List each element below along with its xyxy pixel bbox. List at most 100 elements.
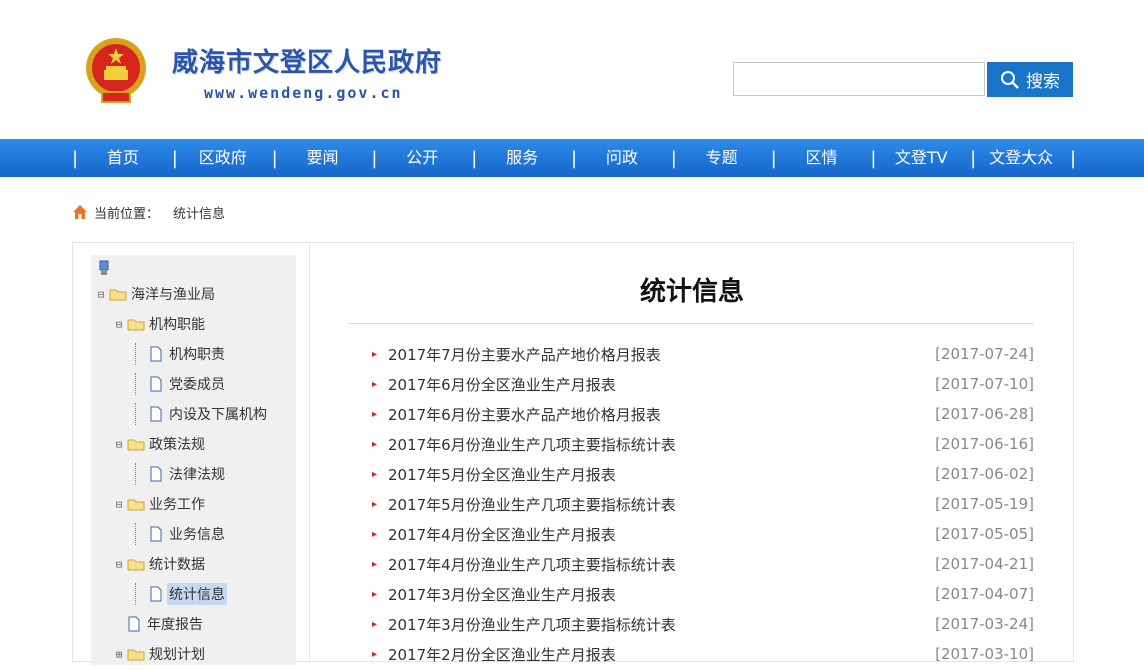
collapse-toggle[interactable]: ⊟ [95, 288, 107, 301]
tree-node-leaf[interactable]: 业务信息 [135, 523, 227, 545]
bullet-arrow-icon: ▸ [372, 588, 378, 600]
collapse-toggle[interactable]: ⊟ [113, 558, 125, 571]
news-date: [2017-07-24] [935, 345, 1034, 363]
news-date: [2017-06-02] [935, 465, 1034, 483]
nav-item[interactable]: 文登大众 [972, 139, 1070, 177]
news-title-link[interactable]: 2017年6月份渔业生产几项主要指标统计表 [388, 434, 935, 455]
news-date: [2017-05-05] [935, 525, 1034, 543]
news-item[interactable]: ▸ 2017年4月份渔业生产几项主要指标统计表 [2017-04-21] [372, 549, 1034, 579]
tree-label: 海洋与渔业局 [131, 287, 215, 303]
site-title: 威海市文登区人民政府 [172, 48, 443, 78]
news-item[interactable]: ▸ 2017年4月份全区渔业生产月报表 [2017-05-05] [372, 519, 1034, 549]
tree-node-leaf[interactable]: 党委成员 [135, 373, 227, 395]
tree-node-folder[interactable]: ⊟ 机构职能 [113, 313, 207, 335]
nav-item[interactable]: 要闻 [274, 139, 372, 177]
search-input[interactable] [733, 62, 985, 96]
folder-icon [127, 439, 145, 451]
bullet-arrow-icon: ▸ [372, 348, 378, 360]
news-date: [2017-07-10] [935, 375, 1034, 393]
tree-guide-line [135, 523, 147, 545]
tree-root-icon [99, 260, 109, 275]
news-item[interactable]: ▸ 2017年3月份全区渔业生产月报表 [2017-04-07] [372, 579, 1034, 609]
tree-node-folder[interactable]: ⊟ 政策法规 [113, 433, 207, 455]
nav-item[interactable]: 服务 [473, 139, 571, 177]
news-item[interactable]: ▸ 2017年6月份主要水产品产地价格月报表 [2017-06-28] [372, 399, 1034, 429]
document-icon [150, 346, 162, 362]
news-item[interactable]: ▸ 2017年6月份全区渔业生产月报表 [2017-07-10] [372, 369, 1034, 399]
nav-item[interactable]: 首页 [74, 139, 172, 177]
news-title-link[interactable]: 2017年5月份全区渔业生产月报表 [388, 464, 935, 485]
news-date: [2017-03-10] [935, 645, 1034, 663]
news-item[interactable]: ▸ 2017年5月份渔业生产几项主要指标统计表 [2017-05-19] [372, 489, 1034, 519]
tree-node-folder[interactable]: ⊞ 规划计划 [113, 643, 207, 665]
tree-guide-line [135, 403, 147, 425]
tree-label: 业务工作 [149, 497, 205, 513]
news-item[interactable]: ▸ 2017年5月份全区渔业生产月报表 [2017-06-02] [372, 459, 1034, 489]
national-emblem-icon [86, 38, 146, 103]
news-title-link[interactable]: 2017年7月份主要水产品产地价格月报表 [388, 344, 935, 365]
page-title: 统计信息 [639, 277, 744, 307]
collapse-toggle[interactable]: ⊟ [113, 438, 125, 451]
home-icon [73, 205, 87, 219]
nav-item[interactable]: 专题 [673, 139, 771, 177]
tree-node-leaf[interactable]: 内设及下属机构 [135, 403, 269, 425]
tree-guide-line [135, 583, 147, 605]
news-title-link[interactable]: 2017年3月份全区渔业生产月报表 [388, 584, 935, 605]
nav-separator: | [1069, 147, 1077, 169]
main-panel: 统计信息 ▸ 2017年7月份主要水产品产地价格月报表 [2017-07-24] ▸ 2… [309, 243, 1073, 664]
news-date: [2017-06-28] [935, 405, 1034, 423]
search-button[interactable]: 搜索 [987, 62, 1073, 97]
tree-node-root[interactable]: ⊟ 海洋与渔业局 [95, 283, 217, 305]
news-title-link[interactable]: 2017年6月份主要水产品产地价格月报表 [388, 404, 935, 425]
news-title-link[interactable]: 2017年3月份渔业生产几项主要指标统计表 [388, 614, 935, 635]
site-header: 威海市文登区人民政府 www.wendeng.gov.cn 搜索 [0, 0, 1144, 139]
folder-icon [127, 319, 145, 331]
tree-node-folder[interactable]: ⊟ 业务工作 [113, 493, 207, 515]
nav-item[interactable]: 公开 [373, 139, 471, 177]
bullet-arrow-icon: ▸ [372, 618, 378, 630]
breadcrumb-current[interactable]: 统计信息 [173, 203, 225, 222]
tree-label: 政策法规 [149, 437, 205, 453]
collapse-toggle[interactable]: ⊟ [113, 498, 125, 511]
news-item[interactable]: ▸ 2017年3月份渔业生产几项主要指标统计表 [2017-03-24] [372, 609, 1034, 639]
news-list: ▸ 2017年7月份主要水产品产地价格月报表 [2017-07-24] ▸ 2017年6… [372, 339, 1034, 669]
news-title-link[interactable]: 2017年2月份全区渔业生产月报表 [388, 644, 935, 665]
news-item[interactable]: ▸ 2017年2月份全区渔业生产月报表 [2017-03-10] [372, 639, 1034, 669]
bullet-arrow-icon: ▸ [372, 558, 378, 570]
news-date: [2017-03-24] [935, 615, 1034, 633]
tree-label: 统计信息 [167, 583, 227, 605]
news-date: [2017-06-16] [935, 435, 1034, 453]
news-title-link[interactable]: 2017年6月份全区渔业生产月报表 [388, 374, 935, 395]
news-title-link[interactable]: 2017年4月份全区渔业生产月报表 [388, 524, 935, 545]
expand-toggle[interactable]: ⊞ [113, 648, 125, 661]
news-title-link[interactable]: 2017年4月份渔业生产几项主要指标统计表 [388, 554, 935, 575]
nav-item[interactable]: 文登TV [872, 139, 970, 177]
nav-item[interactable]: 区情 [773, 139, 871, 177]
tree-node-leaf[interactable]: 法律法规 [135, 463, 227, 485]
folder-icon [127, 499, 145, 511]
collapse-toggle[interactable]: ⊟ [113, 318, 125, 331]
folder-icon [127, 559, 145, 571]
breadcrumb: 当前位置： 统计信息 [72, 202, 225, 222]
nav-item[interactable]: 问政 [573, 139, 671, 177]
tree-node-folder[interactable]: ⊟ 统计数据 [113, 553, 207, 575]
bullet-arrow-icon: ▸ [372, 438, 378, 450]
breadcrumb-prefix: 当前位置： [94, 206, 160, 222]
folder-icon [109, 289, 127, 301]
tree-node-leaf[interactable]: 年度报告 [125, 613, 205, 635]
main-nav: | 首页 | 区政府 | 要闻 | 公开 | 服务 | 问政 | 专题 | 区情 | 文登TV | 文登大众 | [0, 139, 1144, 177]
tree-node-leaf[interactable]: 统计信息 [135, 583, 227, 605]
bullet-arrow-icon: ▸ [372, 378, 378, 390]
sidebar-tree: ⊟ 海洋与渔业局 ⊟ 机构职能机构职责党委成员内设及下属机构 ⊟ 政策法规法律法规 ⊟ 业务工… [91, 255, 296, 665]
document-icon [150, 586, 162, 602]
bullet-arrow-icon: ▸ [372, 468, 378, 480]
nav-item[interactable]: 区政府 [174, 139, 272, 177]
document-icon [150, 406, 162, 422]
search-button-label: 搜索 [1026, 72, 1060, 92]
tree-node-leaf[interactable]: 机构职责 [135, 343, 227, 365]
news-item[interactable]: ▸ 2017年7月份主要水产品产地价格月报表 [2017-07-24] [372, 339, 1034, 369]
news-item[interactable]: ▸ 2017年6月份渔业生产几项主要指标统计表 [2017-06-16] [372, 429, 1034, 459]
bullet-arrow-icon: ▸ [372, 498, 378, 510]
search-icon [1001, 70, 1019, 89]
news-title-link[interactable]: 2017年5月份渔业生产几项主要指标统计表 [388, 494, 935, 515]
